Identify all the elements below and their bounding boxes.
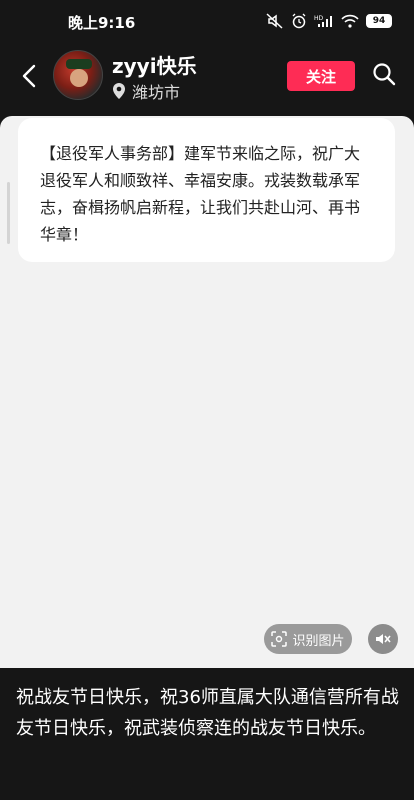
status-time: 晚上9:16: [68, 14, 136, 32]
speaker-muted-icon: [376, 634, 391, 644]
scroll-indicator: [7, 182, 10, 244]
post-caption: 祝战友节日快乐，祝36师直属大队通信营所有战友节日快乐，祝武装侦察连的战友节日快…: [0, 668, 414, 800]
follow-button[interactable]: 关注: [287, 61, 355, 91]
avatar[interactable]: [53, 50, 103, 100]
mute-button[interactable]: [368, 624, 398, 654]
battery-level: 94: [372, 16, 386, 26]
message-bubble: 【退役军人事务部】建军节来临之际，祝广大退役军人和顺致祥、幸福安康。戎装数载承军…: [18, 118, 395, 262]
username[interactable]: zyyi快乐: [112, 50, 197, 79]
location-label: 潍坊市: [132, 83, 181, 102]
battery-icon: 94: [366, 14, 392, 28]
wifi-icon: [341, 14, 359, 28]
alarm-icon: [292, 13, 306, 29]
scan-icon: [271, 631, 288, 647]
svg-text:HD: HD: [314, 15, 324, 22]
caption-text: 祝战友节日快乐，祝36师直属大队通信营所有战友节日快乐，祝武装侦察连的战友节日快…: [16, 687, 399, 739]
location-pin-icon: [113, 83, 125, 99]
profile-header: zyyi快乐 潍坊市 关注: [0, 44, 414, 116]
recognize-image-label: 识别图片: [292, 633, 345, 649]
status-icons: HD 94: [266, 13, 392, 29]
recognize-image-button[interactable]: 识别图片: [264, 624, 352, 654]
search-icon[interactable]: [372, 62, 396, 86]
hd-signal-icon: HD: [314, 15, 332, 27]
mute-icon: [266, 13, 283, 29]
location: 潍坊市: [112, 79, 180, 103]
status-bar: 晚上9:16 HD 94: [0, 0, 414, 44]
post-image[interactable]: 【退役军人事务部】建军节来临之际，祝广大退役军人和顺致祥、幸福安康。戎装数载承军…: [0, 116, 414, 668]
message-text: 【退役军人事务部】建军节来临之际，祝广大退役军人和顺致祥、幸福安康。戎装数载承军…: [40, 144, 361, 244]
chevron-left-icon[interactable]: [18, 62, 42, 90]
